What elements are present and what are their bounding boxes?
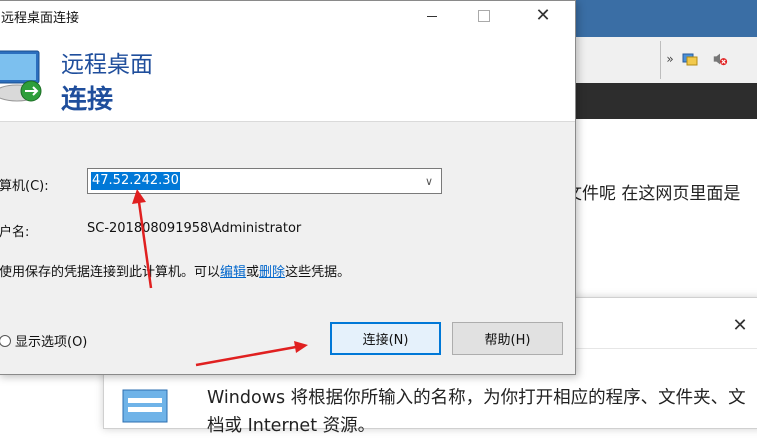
close-icon: ✕ [535, 5, 551, 26]
edit-credentials-link[interactable]: 编辑 [220, 265, 246, 280]
chevron-down-icon[interactable]: ∨ [421, 172, 437, 190]
minimize-icon [427, 15, 437, 17]
maximize-button[interactable] [461, 1, 507, 31]
help-button[interactable]: 帮助(H) [452, 322, 563, 355]
note-text-or: 或 [246, 265, 260, 280]
maximize-icon [478, 10, 490, 22]
delete-credentials-link[interactable]: 删除 [259, 265, 285, 280]
background-toolbar: » [574, 37, 757, 84]
computer-combobox[interactable]: 47.52.242.30 ∨ [87, 168, 442, 194]
username-label: 户名: [0, 225, 30, 240]
run-dialog-description: Windows 将根据你所输入的名称，为你打开相应的程序、文件夹、文档或 Int… [207, 388, 746, 436]
remote-desktop-logo-icon [0, 50, 42, 102]
header-title-line1: 远程桌面 [61, 52, 153, 78]
show-options-label[interactable]: 显示选项(O) [15, 331, 87, 350]
run-dialog-close-icon[interactable]: ✕ [730, 316, 750, 336]
chevron-right-icon[interactable]: » [662, 51, 678, 67]
note-text-end: 这些凭据。 [285, 265, 351, 280]
dialog-titlebar: 远程桌面连接 ✕ [0, 1, 575, 31]
show-options-toggle[interactable]: 显示选项(O) [0, 331, 87, 350]
username-value: SC-201808091958\Administrator [87, 221, 302, 236]
dialog-title: 远程桌面连接 [1, 11, 80, 26]
network-icon[interactable] [682, 51, 698, 67]
expand-circle-icon[interactable] [0, 334, 11, 347]
saved-credentials-note: 使用保存的凭据连接到此计算机。可以编辑或删除这些凭据。 [0, 261, 350, 280]
header-title-line2: 连接 [61, 85, 114, 115]
run-icon [122, 389, 168, 423]
background-window-titlebar [574, 0, 757, 37]
computer-input-value[interactable]: 47.52.242.30 [91, 172, 180, 190]
background-dark-bar [574, 83, 757, 119]
computer-label: 算机(C): [0, 179, 49, 194]
note-text-start: 使用保存的凭据连接到此计算机。可以 [0, 265, 221, 280]
connect-button[interactable]: 连接(N) [330, 322, 441, 355]
close-button[interactable]: ✕ [520, 1, 566, 31]
dialog-header: 远程桌面 连接 [0, 31, 575, 122]
background-page-text: 文件呢 在这网页里面是 [565, 184, 741, 204]
toolbar-divider [660, 41, 661, 79]
volume-muted-icon[interactable] [712, 51, 728, 67]
remote-desktop-dialog: 远程桌面连接 ✕ 远程桌面 连接 算机(C): 47.52.242.30 ∨ 户… [0, 0, 576, 375]
minimize-button[interactable] [409, 1, 455, 31]
